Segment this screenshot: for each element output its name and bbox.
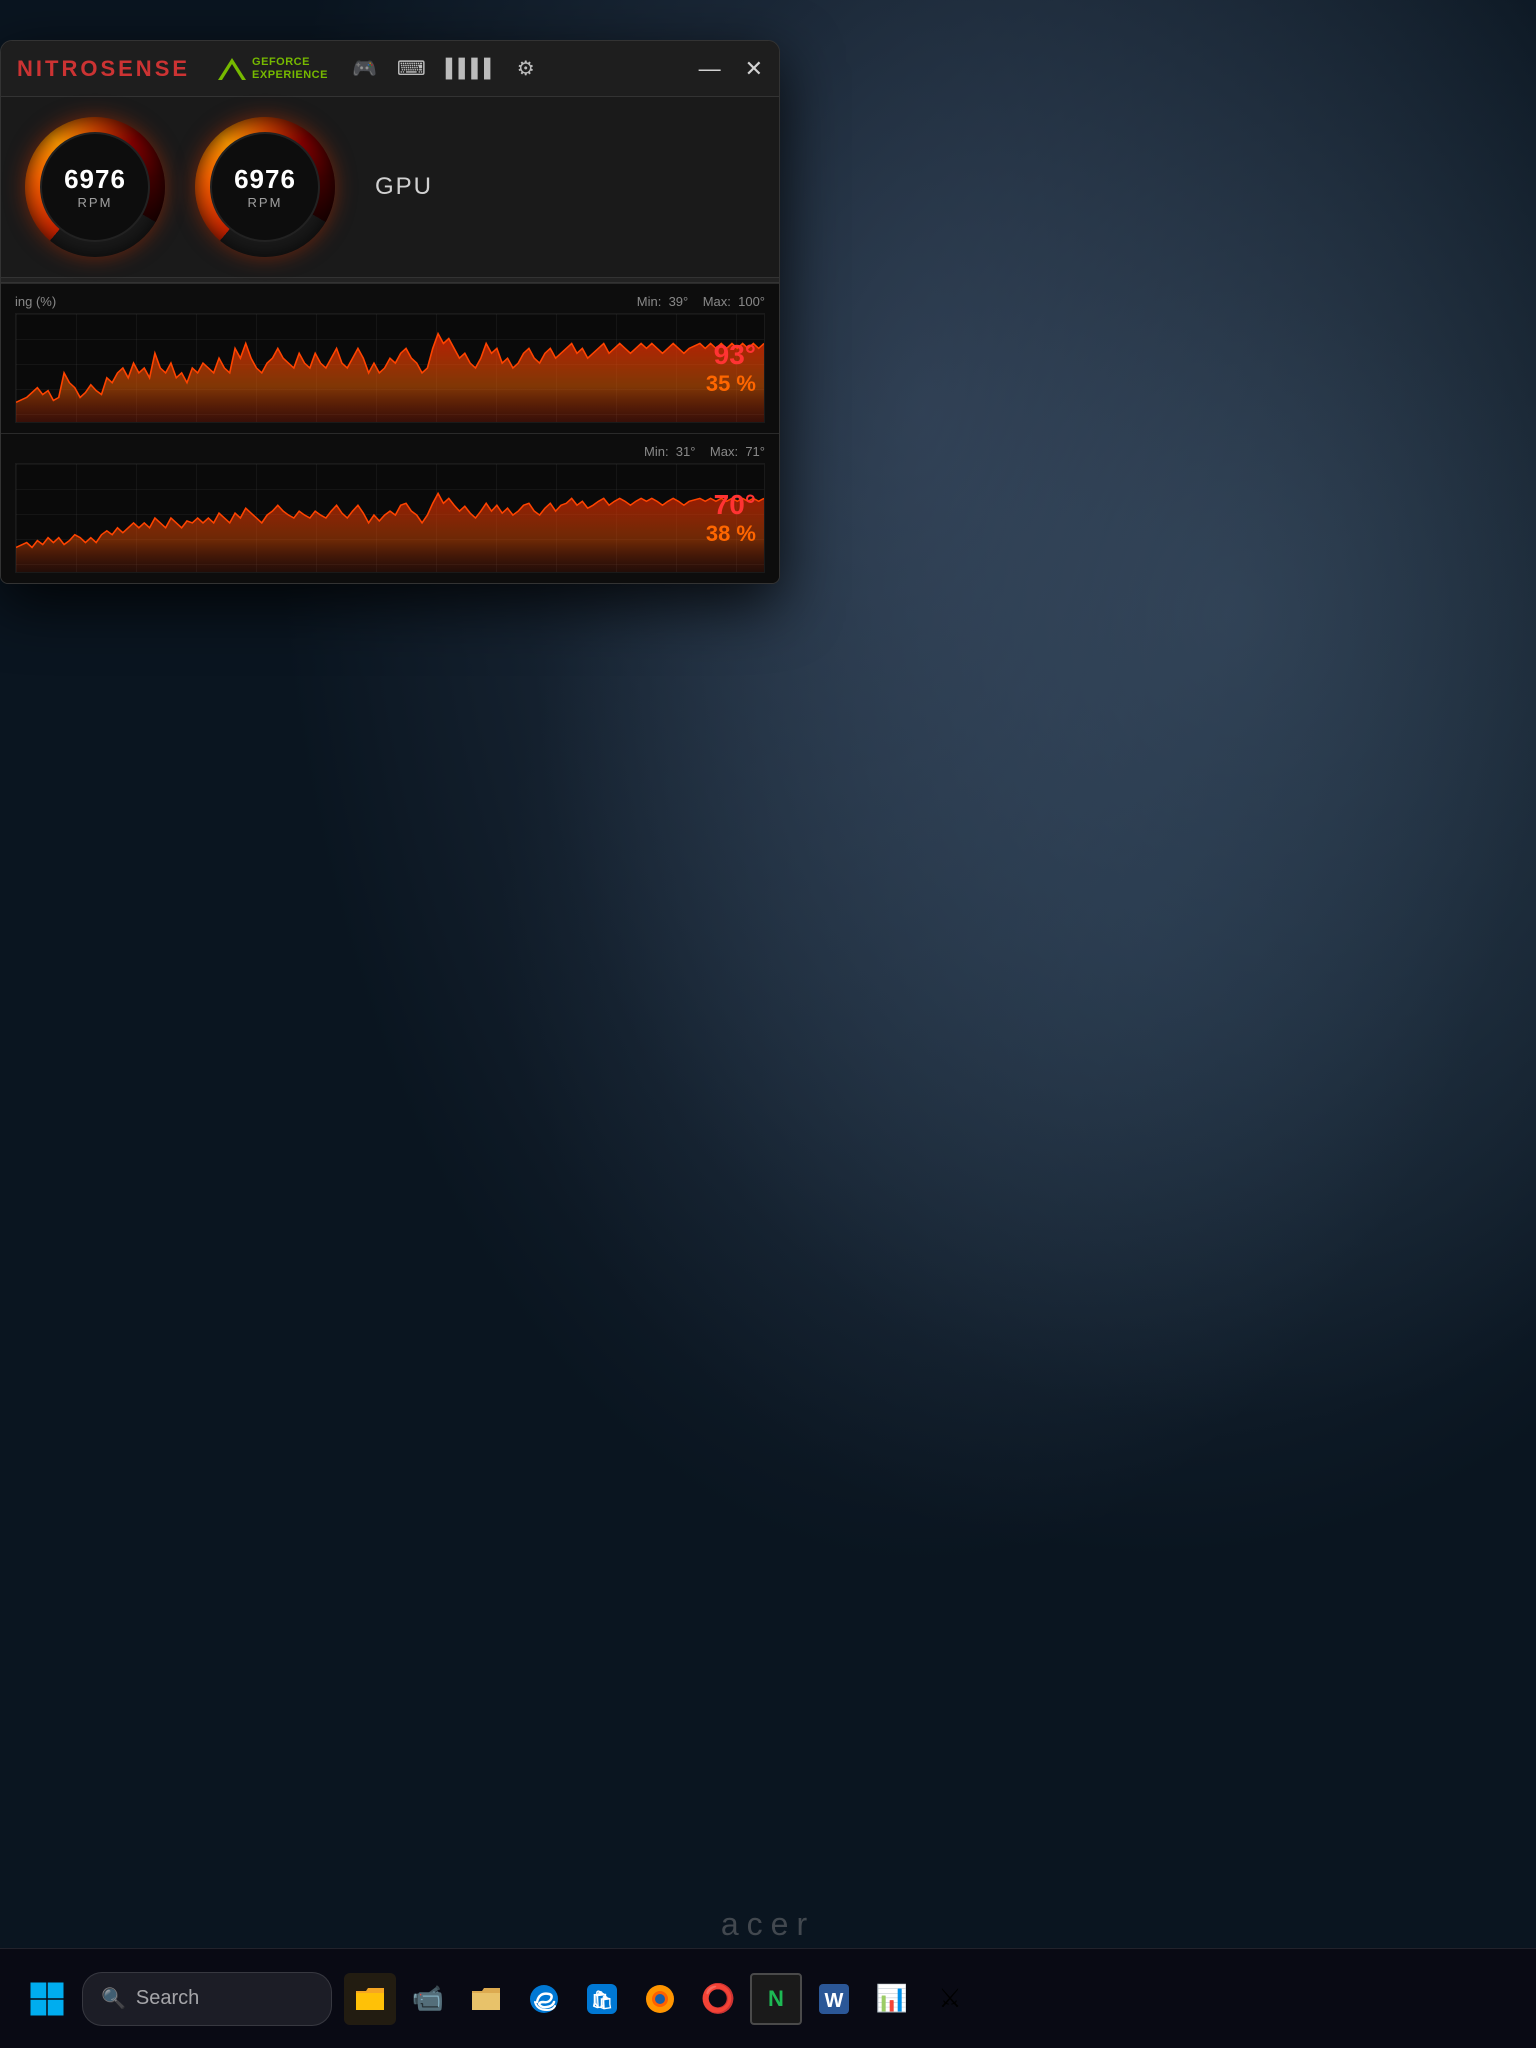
taskbar: 🔍 Search 📹 bbox=[0, 1948, 1536, 2048]
minimize-button[interactable]: — bbox=[699, 56, 721, 82]
search-text: Search bbox=[136, 1987, 199, 2010]
fan1-value: 6976 bbox=[64, 164, 126, 195]
acer-brand: acer bbox=[721, 1906, 815, 1943]
taskbar-icon-files[interactable] bbox=[344, 1973, 396, 2025]
graph-max-label-1: Max: bbox=[703, 294, 731, 309]
graph-temp-1: 93° bbox=[706, 339, 756, 371]
search-icon: 🔍 bbox=[101, 1986, 126, 2011]
title-bar-icons: 🎮 ⌨ ▌▌▌▌ ⚙ bbox=[352, 56, 535, 81]
taskbar-icon-circle[interactable]: ⭕ bbox=[692, 1973, 744, 2025]
firefox-icon bbox=[645, 1984, 675, 2014]
gpu-label: GPU bbox=[375, 173, 433, 201]
graph-header-2: Min: 31° Max: 71° bbox=[15, 444, 765, 459]
graph-max-val-1: 100° bbox=[738, 294, 765, 309]
taskbar-icons: 📹 🛍 bbox=[344, 1973, 976, 2025]
svg-text:🛍: 🛍 bbox=[591, 1990, 614, 2010]
graph-minmax-2: Min: 31° Max: 71° bbox=[644, 444, 765, 459]
title-red: NITRO bbox=[17, 56, 100, 81]
geforce-text-block: GEFORCE EXPERIENCE bbox=[252, 56, 328, 80]
graph-panel-1: ing (%) Min: 39° Max: 100° bbox=[1, 283, 779, 433]
close-button[interactable]: ✕ bbox=[745, 56, 763, 82]
graph-min-val-2: 31° bbox=[676, 444, 696, 459]
graph-max-val-2: 71° bbox=[745, 444, 765, 459]
gamepad-icon[interactable]: 🎮 bbox=[352, 56, 377, 81]
title-white: SENSE bbox=[100, 56, 190, 81]
graph-area-2: 70° 38 % bbox=[15, 463, 765, 573]
fan-section: 6976 RPM 6976 RPM GPU bbox=[1, 97, 779, 277]
graph-label-1: ing (%) bbox=[15, 294, 56, 309]
fan2-unit: RPM bbox=[248, 195, 283, 210]
audio-icon[interactable]: ▌▌▌▌ bbox=[446, 58, 497, 79]
taskbar-icon-game[interactable]: ⚔ bbox=[924, 1973, 976, 2025]
keyboard-icon[interactable]: ⌨ bbox=[397, 56, 426, 81]
fan2-ring-visual: 6976 RPM bbox=[195, 117, 335, 257]
taskbar-icon-word[interactable]: W bbox=[808, 1973, 860, 2025]
geforce-logo-icon bbox=[218, 58, 246, 80]
chart-svg-1 bbox=[16, 314, 764, 422]
taskbar-icon-firefox[interactable] bbox=[634, 1973, 686, 2025]
graph-values-2: 70° 38 % bbox=[706, 489, 756, 547]
fan1-inner: 6976 RPM bbox=[40, 132, 150, 242]
fan1-ring-visual: 6976 RPM bbox=[25, 117, 165, 257]
app-title: NITROSENSE bbox=[17, 56, 190, 82]
taskbar-icon-zoom[interactable]: 📹 bbox=[402, 1973, 454, 2025]
graph-pct-1: 35 % bbox=[706, 371, 756, 397]
fan2-value: 6976 bbox=[234, 164, 296, 195]
graph-pct-2: 38 % bbox=[706, 521, 756, 547]
fan2-inner: 6976 RPM bbox=[210, 132, 320, 242]
fan1-gauge-ring: 6976 RPM bbox=[25, 117, 165, 257]
files-icon bbox=[470, 1985, 502, 2013]
graph-panel-2: Min: 31° Max: 71° bbox=[1, 433, 779, 583]
search-bar[interactable]: 🔍 Search bbox=[82, 1972, 332, 2026]
graph-values-1: 93° 35 % bbox=[706, 339, 756, 397]
fan2-gauge-ring: 6976 RPM bbox=[195, 117, 335, 257]
graph-min-label-2: Min: bbox=[644, 444, 669, 459]
geforce-line2: EXPERIENCE bbox=[252, 69, 328, 81]
taskbar-icon-folder[interactable] bbox=[460, 1973, 512, 2025]
folder-icon bbox=[354, 1985, 386, 2013]
word-icon: W bbox=[819, 1984, 849, 2014]
geforce-badge: GEFORCE EXPERIENCE bbox=[218, 56, 328, 80]
windows-logo-icon bbox=[29, 1981, 65, 2017]
zoom-icon: 📹 bbox=[412, 1983, 444, 2014]
settings-icon[interactable]: ⚙ bbox=[517, 56, 535, 81]
n-icon: N bbox=[768, 1986, 784, 2012]
graph-min-val-1: 39° bbox=[669, 294, 689, 309]
graph-header-1: ing (%) Min: 39° Max: 100° bbox=[15, 294, 765, 309]
fan2-gauge: 6976 RPM bbox=[195, 117, 335, 257]
graph-minmax-1: Min: 39° Max: 100° bbox=[637, 294, 765, 309]
fan1-unit: RPM bbox=[78, 195, 113, 210]
taskbar-icon-chart[interactable]: 📊 bbox=[866, 1973, 918, 2025]
chart-svg-2 bbox=[16, 464, 764, 572]
graph-area-1: 93° 35 % bbox=[15, 313, 765, 423]
taskbar-icon-edge[interactable] bbox=[518, 1973, 570, 2025]
svg-text:W: W bbox=[825, 1990, 844, 2012]
edge-icon bbox=[529, 1984, 559, 2014]
taskbar-icon-store[interactable]: 🛍 bbox=[576, 1973, 628, 2025]
store-icon: 🛍 bbox=[587, 1984, 617, 2014]
graph-min-label-1: Min: bbox=[637, 294, 662, 309]
geforce-line1: GEFORCE bbox=[252, 56, 328, 68]
title-bar-controls: — ✕ bbox=[699, 56, 763, 82]
start-button[interactable] bbox=[20, 1972, 74, 2026]
graph-max-label-2: Max: bbox=[710, 444, 738, 459]
fan1-gauge: 6976 RPM bbox=[25, 117, 165, 257]
nitrosense-window: NITROSENSE GEFORCE EXPERIENCE 🎮 ⌨ ▌▌▌▌ ⚙… bbox=[0, 40, 780, 584]
taskbar-icon-n[interactable]: N bbox=[750, 1973, 802, 2025]
graph-temp-2: 70° bbox=[706, 489, 756, 521]
title-bar: NITROSENSE GEFORCE EXPERIENCE 🎮 ⌨ ▌▌▌▌ ⚙… bbox=[1, 41, 779, 97]
